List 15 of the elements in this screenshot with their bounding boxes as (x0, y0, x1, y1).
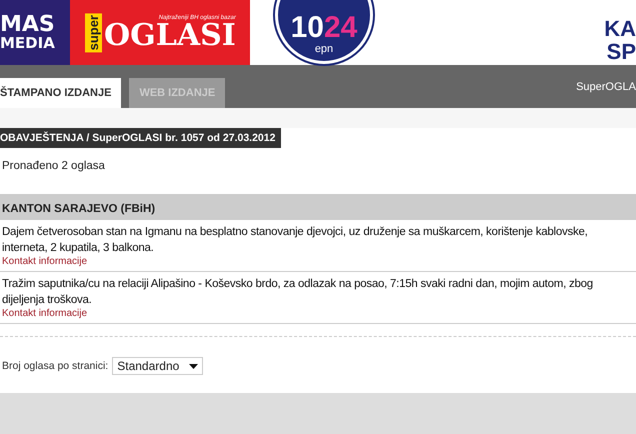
ad-text: Dajem četverosoban stan na Igmanu na besplatno stanovanje djevojci, uz druženje sa muškarcem, korištenje kablovske, interneta, 2 kupatila, 3 balkona. (2, 225, 589, 256)
contact-link[interactable]: Kontakt informacije (2, 308, 88, 319)
per-page-label: Broj oglasa po stranici: (2, 360, 108, 372)
ad-text: Tražim saputnika/cu na relaciji Alipašino - Koševsko brdo, za odlazak na posao, 7:15h svaki radni dan, mojim autom, zbog dijeljenja troškova. (2, 277, 594, 308)
nav-link[interactable]: SuperOGLA (576, 80, 636, 92)
result-count: Pronađeno 2 oglasa (2, 160, 106, 174)
contact-link[interactable]: Kontakt informacije (2, 256, 88, 267)
per-page-dropdown[interactable]: Standardno (112, 357, 204, 375)
media-logo: MAS MEDIA (0, 0, 70, 65)
caret-icon (189, 364, 198, 368)
edition-tab[interactable]: ŠTAMPANO IZDANJE (0, 78, 122, 108)
tv-logo: KA SP (606, 14, 636, 65)
radio-logo: 1024 epn (275, 0, 373, 64)
section-header: KANTON SARAJEVO (FBiH) (0, 194, 636, 220)
breadcrumb: OBAVJEŠTENJA / SuperOGLASI br. 1057 od 27.03.2012 (0, 128, 282, 148)
